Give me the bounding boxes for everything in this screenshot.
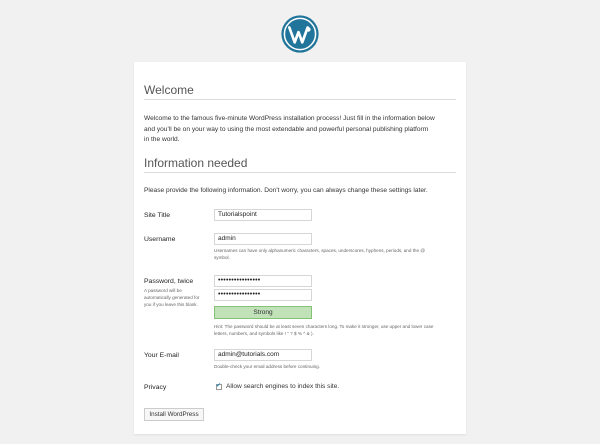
- install-form-card: Welcome Welcome to the famous five-minut…: [134, 62, 466, 434]
- password-hint-line: Hint: The password should be at least se…: [214, 324, 434, 329]
- privacy-label: Privacy: [144, 384, 167, 391]
- password-side-note-line: you if you leave this blank.: [144, 302, 198, 307]
- email-help: Double-check your email address before c…: [214, 364, 320, 369]
- password-label: Password, twice: [144, 278, 194, 285]
- welcome-text-line: and you'll be on your way to using the m…: [144, 125, 429, 133]
- privacy-checkbox[interactable]: ✔: [216, 383, 222, 390]
- password-strength-indicator: Strong: [214, 306, 312, 319]
- password-hint-line: letters, numbers, and symbols like ! " ?…: [214, 331, 314, 336]
- username-help: Usernames can have only alphanumeric cha…: [214, 247, 459, 261]
- information-intro: Please provide the following information…: [144, 187, 428, 194]
- site-title-label: Site Title: [144, 212, 171, 219]
- welcome-divider: [144, 99, 456, 100]
- welcome-text: Welcome to the famous five-minute WordPr…: [144, 114, 459, 146]
- password-confirm-input[interactable]: ••••••••••••••••: [214, 289, 312, 301]
- welcome-text-line: in the world.: [144, 136, 180, 143]
- install-wordpress-button[interactable]: Install WordPress: [144, 408, 204, 421]
- privacy-checkbox-label[interactable]: Allow search engines to index this site.: [226, 383, 339, 390]
- username-help-line: symbol.: [214, 255, 230, 260]
- welcome-text-line: Welcome to the famous five-minute WordPr…: [144, 115, 435, 122]
- information-divider: [144, 172, 456, 173]
- site-title-input[interactable]: Tutorialspoint: [214, 209, 312, 221]
- password-side-note-line: A password will be: [144, 288, 182, 293]
- password-hint: Hint: The password should be at least se…: [214, 323, 459, 337]
- username-help-line: Usernames can have only alphanumeric cha…: [214, 248, 425, 253]
- password-side-note-line: automatically generated for: [144, 295, 200, 300]
- checkmark-icon: ✔: [216, 383, 222, 389]
- wordpress-logo-icon: [281, 15, 319, 53]
- welcome-heading: Welcome: [144, 83, 194, 97]
- password-input[interactable]: ••••••••••••••••: [214, 275, 312, 287]
- password-side-note: A password will be automatically generat…: [144, 287, 208, 308]
- email-input[interactable]: admin@tutorials.com: [214, 349, 312, 361]
- information-heading: Information needed: [144, 156, 248, 170]
- email-label: Your E-mail: [144, 352, 179, 359]
- username-input[interactable]: admin: [214, 233, 312, 245]
- username-label: Username: [144, 236, 176, 243]
